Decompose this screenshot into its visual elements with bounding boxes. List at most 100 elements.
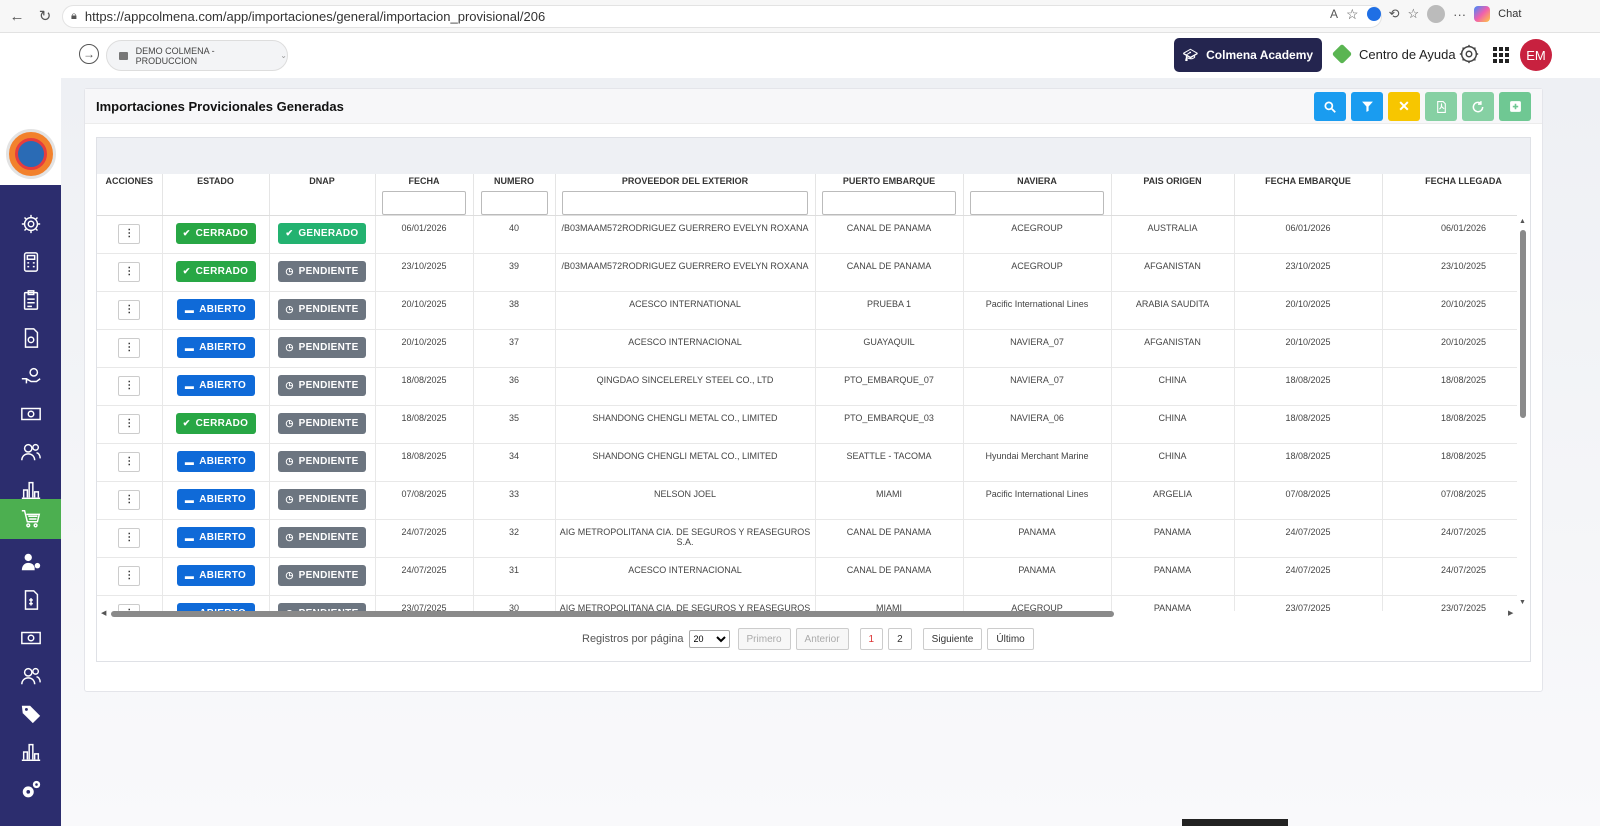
sidebar-item-imports[interactable] [0, 499, 61, 539]
profile-icon[interactable] [1427, 5, 1446, 23]
filter-button[interactable] [1351, 92, 1383, 121]
help-center-link[interactable]: Centro de Ayuda [1331, 43, 1456, 65]
clear-filters-button[interactable]: ✕ [1388, 92, 1420, 121]
add-button[interactable] [1499, 92, 1531, 121]
settings-gear-icon[interactable] [1458, 43, 1480, 65]
environment-selector[interactable]: DEMO COLMENA - PRODUCCION ⌄ [106, 40, 288, 71]
prev-page-button[interactable]: Anterior [795, 628, 849, 650]
filter-numero-input[interactable] [480, 191, 548, 215]
row-actions-button[interactable]: ⋮ [118, 490, 141, 510]
numero-cell: 33 [473, 481, 556, 520]
read-aloud-icon[interactable]: A [1330, 7, 1338, 21]
scroll-left-arrow-icon[interactable]: ◀ [101, 609, 106, 617]
back-arrow-icon[interactable]: ← [6, 5, 28, 27]
table-body: ⋮ ✔ CERRADO ✔ GENERADO 06/01/2026 40/B03MAAM57… [97, 215, 1517, 611]
filter-icon [1361, 101, 1373, 112]
table-row[interactable]: ⋮ ✔ CERRADO ◷ PENDIENTE 18/08/2025 35 SHANDONG … [97, 405, 1517, 444]
fecha-llegada-cell: 18/08/2025 [1382, 405, 1517, 444]
sidebar-item-configuration[interactable] [0, 771, 61, 809]
filter-naviera-input[interactable] [970, 191, 1104, 215]
table-row[interactable]: ⋮ ▬ ABIERTO ◷ PENDIENTE 24/07/2025 32 AIG METRO… [97, 519, 1517, 558]
sidebar [0, 33, 61, 826]
sidebar-item-billing[interactable] [0, 581, 61, 619]
more-icon[interactable]: ··· [1453, 7, 1466, 22]
table-row[interactable]: ⋮ ✔ CERRADO ✔ GENERADO 06/01/2026 40/B03MAAM57… [97, 215, 1517, 254]
estado-badge: ▬ ABIERTO [176, 375, 255, 396]
chat-label[interactable]: Chat [1498, 8, 1521, 20]
imports-table-viewport[interactable]: ACCIONES ESTADO DNAP FECHA NUMERO PROVEE… [97, 174, 1517, 611]
row-actions-button[interactable]: ⋮ [118, 338, 141, 358]
bar-chart-icon [21, 743, 40, 761]
horizontal-scrollbar[interactable]: ◀ ▶ [99, 609, 1527, 619]
next-page-button[interactable]: Siguiente [922, 628, 983, 650]
pais-cell: CHINA [1111, 405, 1235, 444]
academy-button[interactable]: 🎓︎ Colmena Academy [1174, 38, 1322, 72]
row-actions-button[interactable]: ⋮ [118, 376, 141, 396]
row-actions-button[interactable]: ⋮ [118, 452, 141, 472]
table-row[interactable]: ⋮ ▬ ABIERTO ◷ PENDIENTE 18/08/2025 34 SHANDONG … [97, 443, 1517, 482]
row-actions-button[interactable]: ⋮ [118, 528, 141, 548]
table-row[interactable]: ⋮ ▬ ABIERTO ◷ PENDIENTE 20/10/2025 37 ACESCO IN… [97, 329, 1517, 368]
numero-cell: 39 [473, 253, 556, 292]
sidebar-item-cash[interactable] [0, 395, 61, 433]
apps-grid-icon[interactable] [1493, 47, 1509, 63]
puerto-cell: CANAL DE PANAMA [815, 519, 964, 558]
estado-cell: ✔ CERRADO [162, 253, 270, 292]
sidebar-item-prices[interactable] [0, 695, 61, 733]
sidebar-item-payments[interactable] [0, 357, 61, 395]
sidebar-item-cash-2[interactable] [0, 619, 61, 657]
table-row[interactable]: ⋮ ▬ ABIERTO ◷ PENDIENTE 24/07/2025 31 ACESCO IN… [97, 557, 1517, 596]
filter-fecha-input[interactable] [382, 191, 466, 215]
page-2-button[interactable]: 2 [888, 628, 912, 650]
dnap-badge: ◷ PENDIENTE [278, 413, 366, 434]
search-button[interactable] [1314, 92, 1346, 121]
scroll-right-arrow-icon[interactable]: ▶ [1508, 609, 1513, 617]
sidebar-item-users[interactable] [0, 433, 61, 471]
sidebar-item-payroll[interactable] [0, 543, 61, 581]
last-page-button[interactable]: Último [987, 628, 1034, 650]
folder-open-icon: ▬ [184, 532, 195, 543]
sidebar-item-contacts[interactable] [0, 657, 61, 695]
table-row[interactable]: ⋮ ✔ CERRADO ◷ PENDIENTE 23/10/2025 39/B03MAAM5… [97, 253, 1517, 292]
extension-icon[interactable] [1366, 7, 1381, 21]
puzzle-icon[interactable]: ⟲ [1389, 6, 1400, 22]
reload-icon[interactable]: ↻ [34, 5, 56, 27]
filter-proveedor-input[interactable] [562, 191, 808, 215]
vertical-scrollbar[interactable]: ▲ ▼ [1518, 218, 1528, 609]
sidebar-item-settings[interactable] [0, 205, 61, 243]
page-1-button[interactable]: 1 [859, 628, 884, 650]
copilot-icon[interactable] [1474, 6, 1491, 22]
table-row[interactable]: ⋮ ▬ ABIERTO ◷ PENDIENTE 07/08/2025 33 NELSON JO… [97, 481, 1517, 520]
filter-puerto-input[interactable] [822, 191, 956, 215]
row-actions-button[interactable]: ⋮ [118, 224, 141, 244]
users-icon [20, 667, 41, 685]
page-size-select[interactable]: 20 [688, 630, 730, 648]
favorite-star-icon[interactable]: ☆ [1346, 6, 1359, 23]
table-row[interactable]: ⋮ ▬ ABIERTO ◷ PENDIENTE 20/10/2025 38 ACESCO IN… [97, 291, 1517, 330]
col-pais: PAIS ORIGEN [1111, 174, 1235, 216]
scroll-down-arrow-icon[interactable]: ▼ [1519, 599, 1526, 606]
sidebar-item-invoices[interactable] [0, 319, 61, 357]
first-page-button[interactable]: Primero [737, 628, 791, 650]
scroll-up-arrow-icon[interactable]: ▲ [1519, 218, 1526, 225]
favorites-icon[interactable]: ☆ [1407, 6, 1419, 22]
sidebar-item-analytics[interactable] [0, 733, 61, 771]
naviera-cell: PANAMA [963, 519, 1112, 558]
sidebar-item-clipboard[interactable] [0, 281, 61, 319]
row-actions-button[interactable]: ⋮ [118, 300, 141, 320]
row-actions-button[interactable]: ⋮ [118, 414, 141, 434]
row-actions-button[interactable]: ⋮ [118, 566, 141, 586]
sidebar-item-calculator[interactable] [0, 243, 61, 281]
invoice-icon [24, 328, 38, 348]
vertical-scroll-thumb[interactable] [1520, 230, 1526, 418]
table-row[interactable]: ⋮ ▬ ABIERTO ◷ PENDIENTE 18/08/2025 36 QINGDAO S… [97, 367, 1517, 406]
company-logo[interactable] [6, 129, 56, 179]
address-bar[interactable]: 🔒︎ https://appcolmena.com/app/importacio… [62, 5, 1382, 28]
user-avatar[interactable]: EM [1520, 39, 1552, 71]
export-pdf-button[interactable] [1425, 92, 1457, 121]
horizontal-scroll-thumb[interactable] [111, 611, 1114, 617]
row-actions-button[interactable]: ⋮ [118, 262, 141, 282]
refresh-button[interactable] [1462, 92, 1494, 121]
collapse-arrow-icon[interactable]: → [79, 44, 99, 64]
col-fecha-embarque: FECHA EMBARQUE [1234, 174, 1383, 216]
